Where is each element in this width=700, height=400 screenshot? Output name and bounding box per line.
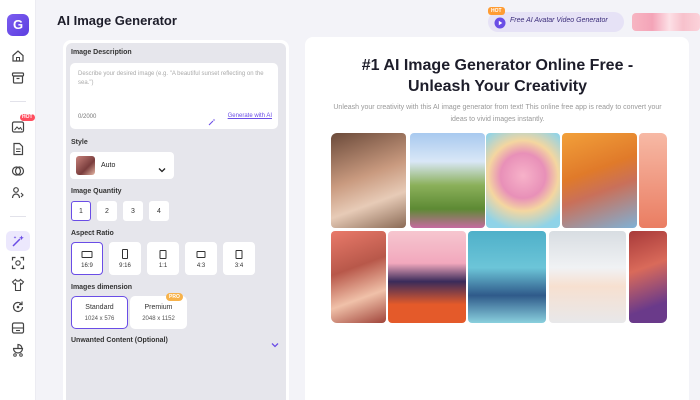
ratio-4-3-icon — [196, 251, 206, 258]
dimension-standard[interactable]: Standard 1024 x 576 — [71, 296, 128, 329]
aspect-option-9-16[interactable]: 9:16 — [109, 242, 141, 275]
sample-image-woman-portrait — [331, 133, 406, 228]
aspect-ratio-label: Aspect Ratio — [71, 230, 114, 237]
unwanted-content-toggle[interactable]: Unwanted Content (Optional) — [71, 337, 168, 344]
generate-with-ai-link[interactable]: Generate with AI — [228, 113, 272, 119]
sample-images-collage — [331, 133, 667, 323]
description-label: Image Description — [71, 49, 132, 56]
sample-image-smiling-woman — [629, 231, 667, 323]
top-header: AI Image Generator Free AI Avatar Video … — [36, 0, 700, 40]
promo-button[interactable]: Free AI Avatar Video Generator — [488, 12, 624, 32]
dimension-size: 2048 x 1152 — [142, 316, 175, 322]
sample-image-candy-sculpture — [486, 133, 560, 228]
user-account-avatar[interactable] — [632, 13, 700, 31]
sidebar-hot-badge: HOT — [20, 114, 35, 121]
sample-image-fashion-woman — [388, 231, 466, 323]
aspect-option-label: 9:16 — [119, 263, 131, 269]
sidebar: G HOT — [0, 0, 36, 400]
ratio-16-9-icon — [81, 251, 93, 258]
promo-label: Free AI Avatar Video Generator — [510, 17, 608, 24]
page-title: AI Image Generator — [57, 13, 177, 28]
ratio-9-16-icon — [122, 249, 128, 259]
document-icon[interactable] — [10, 141, 26, 157]
quantity-option-2[interactable]: 2 — [97, 201, 117, 221]
aspect-option-label: 16:9 — [81, 263, 93, 269]
sample-image-baby — [549, 231, 626, 323]
dimension-name: Premium — [144, 304, 173, 311]
sidebar-divider — [10, 216, 26, 217]
character-counter: 0/2000 — [78, 114, 97, 120]
chevron-down-icon[interactable] — [271, 336, 279, 348]
promo-hot-badge: HOT — [488, 7, 505, 15]
sample-image-couple — [331, 231, 386, 323]
scan-face-icon[interactable] — [10, 255, 26, 271]
shirt-icon[interactable] — [10, 277, 26, 293]
quantity-option-4[interactable]: 4 — [149, 201, 169, 221]
aspect-option-3-4[interactable]: 3:4 — [223, 242, 255, 275]
dimension-name: Standard — [85, 304, 114, 311]
magic-wand-icon — [208, 113, 216, 126]
dimension-label: Images dimension — [71, 284, 133, 291]
style-thumbnail — [76, 156, 95, 175]
person-swap-icon[interactable] — [10, 185, 26, 201]
description-textarea[interactable]: Describe your desired image (e.g. "A bea… — [70, 63, 278, 129]
aspect-option-1-1[interactable]: 1:1 — [147, 242, 179, 275]
quantity-option-3[interactable]: 3 — [123, 201, 143, 221]
style-dropdown[interactable]: Auto — [70, 152, 174, 179]
archive-icon[interactable] — [10, 70, 26, 86]
aspect-option-label: 1:1 — [158, 263, 168, 269]
ratio-3-4-icon — [235, 250, 243, 259]
hero-description: Unleash your creativity with this AI ima… — [333, 104, 662, 123]
sample-image-mountain-meadow — [410, 133, 485, 228]
ratio-1-1-icon — [159, 250, 167, 259]
layers-icon[interactable] — [10, 163, 26, 179]
style-value: Auto — [101, 162, 116, 169]
pro-badge: PRO — [166, 293, 183, 301]
aspect-option-label: 4:3 — [196, 263, 206, 269]
sparkle-wand-icon[interactable] — [6, 231, 30, 251]
aspect-option-16-9[interactable]: 16:9 — [71, 242, 103, 275]
app-logo[interactable]: G — [7, 14, 29, 36]
hero-headline: #1 AI Image Generator Online Free - Unle… — [361, 57, 634, 95]
sample-image-redhead-woman — [562, 133, 637, 228]
style-label: Style — [71, 139, 88, 146]
aspect-option-4-3[interactable]: 4:3 — [185, 242, 217, 275]
quantity-label: Image Quantity — [71, 188, 122, 195]
storage-icon[interactable] — [10, 320, 26, 336]
chevron-down-icon — [158, 161, 166, 173]
image-edit-icon[interactable] — [10, 119, 26, 135]
sample-image-denim-woman — [468, 231, 546, 323]
refresh-icon[interactable] — [10, 299, 26, 315]
stroller-icon[interactable] — [10, 342, 26, 358]
video-avatar-icon — [494, 16, 506, 29]
sidebar-divider — [10, 101, 26, 102]
home-icon[interactable] — [10, 48, 26, 64]
description-placeholder: Describe your desired image (e.g. "A bea… — [78, 71, 264, 86]
quantity-option-1[interactable]: 1 — [71, 201, 91, 221]
dimension-size: 1024 x 576 — [84, 316, 115, 322]
sample-image-partial — [639, 133, 667, 228]
aspect-option-label: 3:4 — [234, 263, 244, 269]
